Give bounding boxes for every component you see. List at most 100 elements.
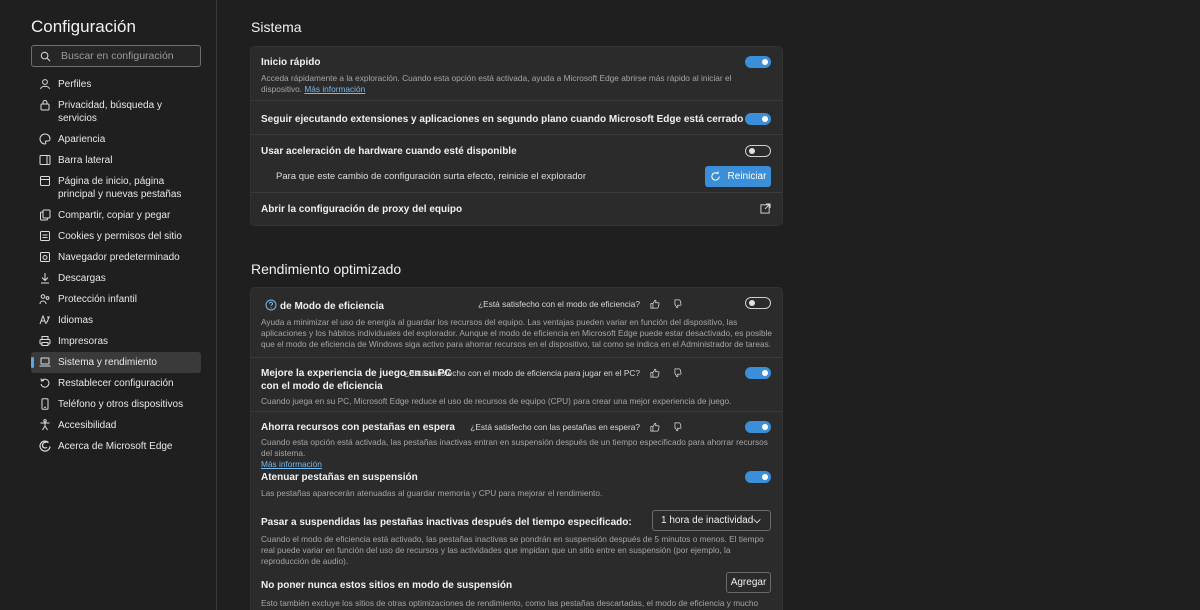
sidebar-item-profiles[interactable]: Perfiles (31, 74, 201, 95)
setting-sleep-timeout: Pasar a suspendidas las pestañas inactiv… (251, 496, 782, 566)
sidebar-item-privacy[interactable]: Privacidad, búsqueda y servicios (31, 95, 201, 129)
sidebar-item-label: Barra lateral (58, 155, 113, 166)
search-icon (40, 51, 51, 61)
thumbs-down-icon[interactable] (672, 422, 682, 432)
sidebar-item-languages[interactable]: Idiomas (31, 310, 201, 331)
section-title-performance: Rendimiento optimizado (251, 261, 402, 277)
sidebar-item-label: Compartir, copiar y pegar (58, 210, 171, 221)
refresh-icon (710, 171, 720, 181)
setting-title: No poner nunca estos sitios en modo de s… (261, 580, 513, 591)
gaming-efficiency-toggle[interactable] (745, 367, 771, 379)
system-card: Inicio rápido Acceda rápidamente a la ex… (251, 47, 782, 225)
setting-title: de Modo de eficiencia (280, 301, 384, 312)
phone-icon (41, 398, 49, 410)
hardware-acceleration-toggle[interactable] (745, 145, 771, 157)
sidebar-item-label: Descargas (58, 273, 106, 284)
sidebar-item-label: Cookies y permisos del sitio (58, 231, 182, 242)
sidebar-item-label: Acerca de Microsoft Edge (58, 441, 173, 452)
sidebar-item-label: Navegador predeterminado (58, 252, 180, 263)
sidebar-item-default-browser[interactable]: Navegador predeterminado (31, 247, 201, 268)
sidebar-item-share[interactable]: Compartir, copiar y pegar (31, 205, 201, 226)
sidebar-item-reset[interactable]: Restablecer configuración (31, 373, 201, 394)
fade-tabs-toggle[interactable] (745, 471, 771, 483)
sidebar-item-cookies[interactable]: Cookies y permisos del sitio (31, 226, 201, 247)
share-icon (40, 209, 51, 221)
efficiency-mode-toggle[interactable] (745, 297, 771, 309)
edge-icon (39, 440, 51, 452)
feedback-efficiency: ¿Está satisfecho con el modo de eficienc… (478, 299, 682, 309)
sidebar-item-accessibility[interactable]: Accesibilidad (31, 415, 201, 436)
language-icon (39, 314, 50, 325)
download-icon (41, 273, 49, 284)
palette-icon (39, 133, 51, 145)
setting-hardware-acceleration: Usar aceleración de hardware cuando esté… (251, 135, 782, 193)
setting-never-sleep-sites: No poner nunca estos sitios en modo de s… (251, 554, 782, 610)
sidebar-item-downloads[interactable]: Descargas (31, 268, 201, 289)
sidebar-item-printers[interactable]: Impresoras (31, 331, 201, 352)
setting-gaming-efficiency: Mejore la experiencia de juego en su PC … (251, 358, 782, 412)
setting-fade-sleeping-tabs: Atenuar pestañas en suspensión Las pesta… (251, 458, 782, 498)
reset-icon (40, 378, 50, 388)
section-title-system: Sistema (251, 19, 302, 35)
sidebar-item-phone[interactable]: Teléfono y otros dispositivos (31, 394, 201, 415)
performance-card: de Modo de eficiencia ¿Está satisfecho c… (251, 288, 782, 610)
nav-list: Perfiles Privacidad, búsqueda y servicio… (31, 74, 201, 457)
browser-icon (40, 252, 50, 262)
setting-title: Abrir la configuración de proxy del equi… (261, 204, 463, 215)
feedback-gaming: ¿Está satisfecho con el modo de eficienc… (404, 368, 682, 378)
laptop-icon (39, 357, 51, 367)
setting-description: Esto también excluye los sitios de otras… (261, 598, 759, 610)
sidebar-item-label: Accesibilidad (58, 420, 117, 431)
search-box[interactable] (31, 45, 201, 67)
setting-efficiency-mode: de Modo de eficiencia ¿Está satisfecho c… (251, 288, 782, 358)
thumbs-up-icon[interactable] (650, 422, 660, 432)
sidebar: Configuración Perfiles Privacidad, búsqu… (0, 0, 217, 610)
setting-title: Pasar a suspendidas las pestañas inactiv… (261, 517, 632, 528)
thumbs-up-icon[interactable] (650, 299, 660, 309)
chevron-down-icon (753, 519, 761, 524)
sleep-timeout-select[interactable]: 1 hora de inactividad (652, 510, 771, 531)
add-site-button[interactable]: Agregar (726, 572, 771, 593)
setting-title: Usar aceleración de hardware cuando esté… (261, 146, 517, 157)
startup-boost-toggle[interactable] (745, 56, 771, 68)
home-icon (40, 176, 50, 186)
feedback-sleeping-tabs: ¿Está satisfecho con las pestañas en esp… (470, 422, 682, 432)
search-input[interactable] (61, 50, 200, 62)
sidebar-item-sidebar[interactable]: Barra lateral (31, 150, 201, 171)
sidebar-item-label: Impresoras (58, 336, 109, 347)
setting-title: Atenuar pestañas en suspensión (261, 472, 418, 483)
help-icon[interactable] (265, 299, 277, 311)
sidebar-item-appearance[interactable]: Apariencia (31, 129, 201, 150)
sidebar-item-label: Teléfono y otros dispositivos (58, 399, 184, 410)
external-link-icon[interactable] (760, 203, 771, 214)
sleeping-tabs-toggle[interactable] (745, 421, 771, 433)
thumbs-down-icon[interactable] (672, 299, 682, 309)
lock-icon (40, 100, 50, 111)
sidebar-item-label: Perfiles (58, 79, 92, 90)
sidebar-item-start-page[interactable]: Página de inicio, página principal y nue… (31, 171, 201, 205)
restart-button[interactable]: Reiniciar (705, 166, 771, 187)
site-permissions-icon (40, 231, 50, 241)
setting-proxy[interactable]: Abrir la configuración de proxy del equi… (251, 193, 782, 225)
setting-description: Ayuda a minimizar el uso de energía al g… (261, 317, 773, 349)
sidebar-item-label: Apariencia (58, 134, 106, 145)
restart-message: Para que este cambio de configuración su… (276, 171, 586, 182)
settings-title: Configuración (31, 17, 136, 36)
sidebar-item-label: Privacidad, búsqueda y servicios (58, 100, 162, 124)
person-icon (40, 79, 50, 90)
setting-sleeping-tabs: Ahorra recursos con pestañas en espera ¿… (251, 412, 782, 469)
sidebar-item-label: Idiomas (58, 315, 94, 326)
setting-description: Cuando juega en su PC, Microsoft Edge re… (261, 396, 732, 406)
accessibility-icon (40, 419, 50, 431)
learn-more-link[interactable]: Más información (304, 84, 365, 94)
setting-title: Seguir ejecutando extensiones y aplicaci… (261, 114, 744, 125)
sidebar-item-family[interactable]: Protección infantil (31, 289, 201, 310)
setting-title: Ahorra recursos con pestañas en espera (261, 422, 455, 433)
thumbs-down-icon[interactable] (672, 368, 682, 378)
thumbs-up-icon[interactable] (650, 368, 660, 378)
sidebar-item-about[interactable]: Acerca de Microsoft Edge (31, 436, 201, 457)
main-content: Sistema Inicio rápido Acceda rápidamente… (218, 0, 1200, 610)
background-extensions-toggle[interactable] (745, 113, 771, 125)
sidebar-item-label: Restablecer configuración (58, 378, 174, 389)
sidebar-item-system[interactable]: Sistema y rendimiento (31, 352, 201, 373)
